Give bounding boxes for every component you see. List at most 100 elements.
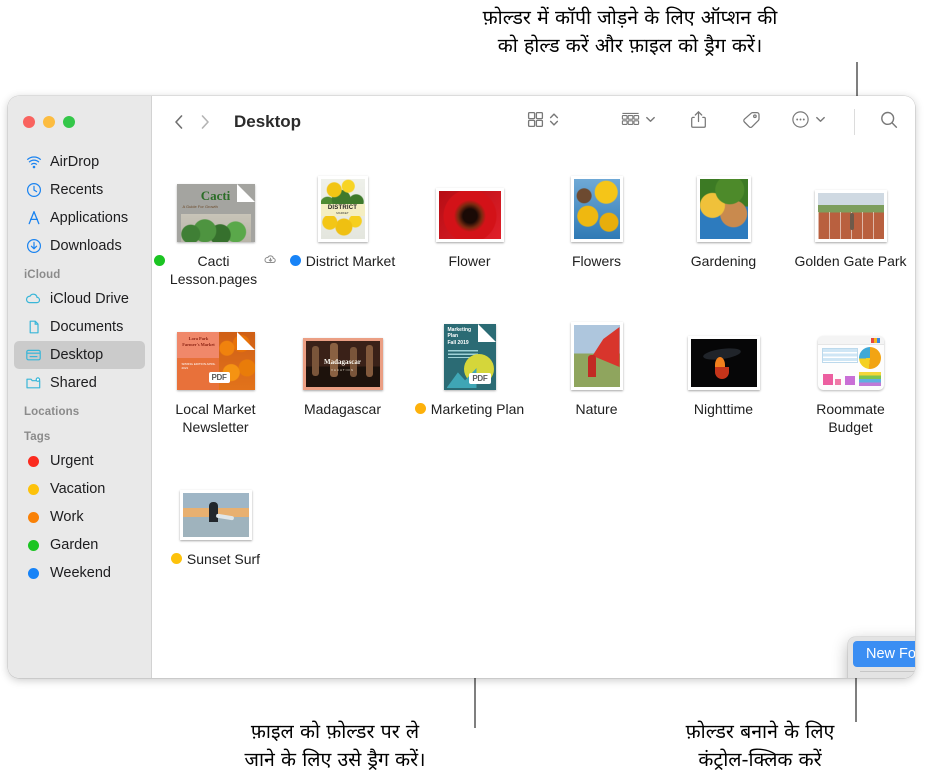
menu-item-label: New Folder (866, 646, 915, 662)
file-name: Flower (448, 253, 491, 269)
flowers-photo-thumbnail (570, 176, 623, 242)
chevron-up-down-icon[interactable] (549, 111, 559, 133)
thumb-title-line2: Farmer's Market (182, 342, 215, 347)
sidebar: AirDrop Recents Applications Downloads i… (8, 96, 152, 678)
icloud-download-icon[interactable] (264, 252, 277, 270)
sidebar-item-recents[interactable]: Recents (14, 176, 145, 204)
file-item-marketing-plan[interactable]: Marketing Plan Fall 2019 PDF Marketing P… (406, 312, 533, 436)
thumbnail: Madagascar VACATION (302, 318, 383, 390)
menu-item-get-info[interactable]: Get Info (853, 676, 915, 678)
thumb-title-line3: Fall 2019 (447, 339, 469, 346)
newsletter-pdf-thumbnail: Lora Park Farmer's Market SPRING EDITION… (176, 332, 255, 390)
back-button[interactable] (166, 109, 192, 135)
file-item-flower[interactable]: Flower (406, 164, 533, 288)
file-item-sunset-surf[interactable]: Sunset Surf (152, 462, 279, 568)
sidebar-tag-weekend[interactable]: Weekend (14, 559, 145, 587)
finder-window: AirDrop Recents Applications Downloads i… (8, 96, 915, 678)
annotation-top: फ़ोल्डर में कॉपी जोड़ने के लिए ऑप्शन की … (482, 6, 778, 57)
file-label: Madagascar (304, 400, 381, 418)
tag-dot-icon (24, 508, 43, 526)
thumbnail: Marketing Plan Fall 2019 PDF (443, 318, 496, 390)
sidebar-item-label: Weekend (50, 565, 111, 581)
sidebar-item-shared[interactable]: Shared (14, 369, 145, 397)
tag-icon[interactable] (741, 110, 761, 134)
file-item-madagascar[interactable]: Madagascar VACATION Madagascar (279, 312, 406, 436)
main-pane: Desktop Cacti A Guide For Growth Cacti L… (152, 96, 915, 678)
thumb-subtitle: VACATION (331, 368, 354, 372)
sidebar-item-airdrop[interactable]: AirDrop (14, 148, 145, 176)
more-actions-control[interactable] (791, 108, 826, 136)
thumb-subtitle: MARKET (336, 211, 349, 215)
annotation-bottom-left: फ़ाइल को फ़ोल्डर पर ले जाने के लिए उसे ड… (244, 720, 426, 771)
file-item-local-market-newsletter[interactable]: Lora Park Farmer's Market SPRING EDITION… (152, 312, 279, 436)
shared-folder-icon (24, 374, 43, 392)
annotation-bottom-right: फ़ोल्डर बनाने के लिए कंट्रोल-क्लिक करें (685, 720, 835, 771)
file-item-cacti-lesson[interactable]: Cacti A Guide For Growth Cacti Lesson.pa… (152, 164, 279, 288)
district-market-thumbnail: DISTRICT MARKET (317, 176, 368, 242)
applications-icon (24, 209, 43, 227)
grid-view-icon[interactable] (527, 111, 544, 133)
file-item-district-market[interactable]: DISTRICT MARKET District Market (279, 164, 406, 288)
menu-divider (860, 671, 915, 672)
thumbnail (687, 318, 760, 390)
sidebar-tag-work[interactable]: Work (14, 503, 145, 531)
clock-icon (24, 181, 43, 199)
file-name: Cacti Lesson.pages (169, 253, 258, 287)
thumbnail (570, 170, 623, 242)
forward-button[interactable] (192, 109, 218, 135)
sidebar-tag-garden[interactable]: Garden (14, 531, 145, 559)
group-by-control[interactable] (621, 108, 656, 136)
sidebar-item-documents[interactable]: Documents (14, 313, 145, 341)
sidebar-item-desktop[interactable]: Desktop (14, 341, 145, 369)
tag-button[interactable] (741, 108, 761, 136)
madagascar-photo-thumbnail: Madagascar VACATION (302, 338, 383, 390)
thumbnail (435, 170, 504, 242)
thumb-title: Madagascar (324, 358, 361, 366)
group-by-icon[interactable] (621, 111, 640, 133)
file-item-nighttime[interactable]: Nighttime (660, 312, 787, 436)
file-name: Sunset Surf (186, 551, 261, 567)
share-icon[interactable] (690, 110, 707, 134)
search-icon[interactable] (879, 110, 899, 135)
file-item-nature[interactable]: Nature (533, 312, 660, 436)
sidebar-section-icloud: iCloud (24, 269, 61, 281)
file-item-flowers[interactable]: Flowers (533, 164, 660, 288)
file-item-gardening[interactable]: Gardening (660, 164, 787, 288)
download-icon (24, 237, 43, 255)
sidebar-item-label: Downloads (50, 238, 122, 254)
flower-photo-thumbnail (435, 188, 504, 242)
close-window-button[interactable] (23, 116, 35, 128)
file-label: Gardening (691, 252, 756, 270)
chevron-down-icon[interactable] (645, 111, 656, 133)
file-item-roommate-budget[interactable]: Roommate Budget (787, 312, 914, 436)
file-item-golden-gate-park[interactable]: Golden Gate Park (787, 164, 914, 288)
sidebar-tag-urgent[interactable]: Urgent (14, 447, 145, 475)
sidebar-item-icloud-drive[interactable]: iCloud Drive (14, 285, 145, 313)
sidebar-section-tags: Tags (24, 431, 51, 443)
tag-dot-icon (289, 255, 301, 266)
sidebar-item-downloads[interactable]: Downloads (14, 232, 145, 260)
thumbnail: Lora Park Farmer's Market SPRING EDITION… (176, 318, 255, 390)
marketing-plan-pdf-thumbnail: Marketing Plan Fall 2019 PDF (443, 324, 496, 390)
tag-dot-icon (24, 452, 43, 470)
ellipsis-circle-icon[interactable] (791, 110, 810, 134)
context-menu[interactable]: New Folder Get Info Use Groups Sort By (848, 637, 915, 678)
sidebar-section-locations: Locations (24, 406, 80, 418)
traffic-lights (8, 96, 151, 148)
sidebar-item-applications[interactable]: Applications (14, 204, 145, 232)
sidebar-tag-vacation[interactable]: Vacation (14, 475, 145, 503)
airdrop-icon (24, 153, 43, 171)
thumb-subtitle: SPRING EDITION APRIL 2021 (181, 362, 216, 370)
share-button[interactable] (690, 108, 707, 136)
sidebar-item-label: Recents (50, 182, 104, 198)
file-label: Roommate Budget (816, 400, 884, 436)
tag-dot-icon (24, 564, 43, 582)
chevron-down-icon[interactable] (815, 111, 826, 133)
file-row: Sunset Surf (152, 462, 915, 568)
menu-item-new-folder[interactable]: New Folder (853, 641, 915, 667)
search-button[interactable] (879, 108, 899, 136)
zoom-window-button[interactable] (63, 116, 75, 128)
minimize-window-button[interactable] (43, 116, 55, 128)
view-mode-control[interactable] (527, 108, 559, 136)
file-grid: Cacti A Guide For Growth Cacti Lesson.pa… (152, 148, 915, 678)
